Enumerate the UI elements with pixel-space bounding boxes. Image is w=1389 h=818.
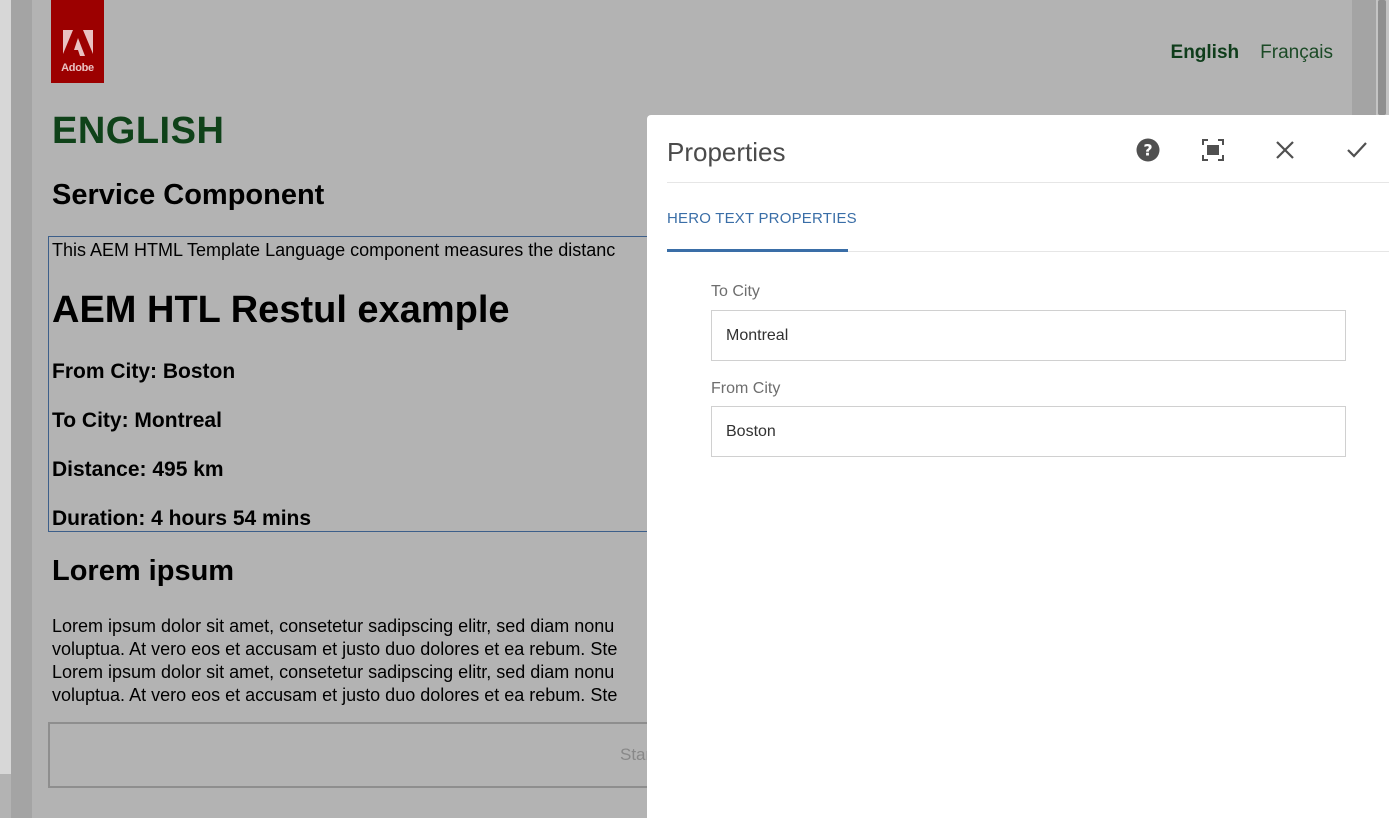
- active-tab-indicator: [667, 249, 848, 252]
- adobe-logo-icon: [62, 30, 93, 56]
- fullscreen-icon: [1202, 139, 1224, 161]
- lorem-line: Lorem ipsum dolor sit amet, consetetur s…: [52, 662, 615, 682]
- lorem-line: voluptua. At vero eos et accusam et just…: [52, 639, 618, 659]
- svg-text:?: ?: [1143, 141, 1152, 160]
- tab-hero-text-properties[interactable]: HERO TEXT PROPERTIES: [667, 210, 857, 227]
- done-button[interactable]: [1343, 136, 1371, 164]
- section-heading: Service Component: [52, 179, 325, 211]
- to-city-label: To City: [711, 283, 760, 300]
- lorem-line: voluptua. At vero eos et accusam et just…: [52, 685, 618, 705]
- scrollbar-thumb[interactable]: [1378, 0, 1386, 115]
- language-link-english[interactable]: English: [1171, 42, 1240, 64]
- distance-text: Distance: 495 km: [52, 458, 224, 481]
- editor-left-panel-edge: [0, 0, 11, 774]
- from-city-field[interactable]: [711, 406, 1346, 457]
- service-component[interactable]: This AEM HTML Template Language componen…: [48, 236, 688, 532]
- component-intro: This AEM HTML Template Language componen…: [52, 240, 616, 260]
- dialog-title: Properties: [667, 137, 786, 167]
- lorem-paragraph: Lorem ipsum dolor sit amet, consetetur s…: [52, 615, 672, 707]
- fullscreen-button[interactable]: [1199, 136, 1227, 164]
- component-heading: AEM HTL Restul example: [52, 289, 510, 331]
- from-city-label: From City: [711, 380, 781, 397]
- lorem-heading: Lorem ipsum: [52, 555, 235, 587]
- lorem-line: Lorem ipsum dolor sit amet, consetetur s…: [52, 616, 615, 636]
- close-button[interactable]: [1271, 136, 1299, 164]
- adobe-logo[interactable]: Adobe: [51, 0, 104, 83]
- dialog-header-divider: [667, 182, 1389, 183]
- help-icon: ?: [1136, 138, 1160, 162]
- properties-dialog: Properties ? HERO TEXT PROPERTIES To Cit…: [647, 115, 1389, 818]
- logo-text: Adobe: [61, 62, 94, 74]
- close-icon: [1276, 141, 1294, 159]
- editor-left-gutter: [11, 0, 32, 818]
- help-button[interactable]: ?: [1134, 136, 1162, 164]
- to-city-text: To City: Montreal: [52, 409, 222, 432]
- to-city-field[interactable]: [711, 310, 1346, 361]
- from-city-text: From City: Boston: [52, 360, 236, 383]
- language-link-french[interactable]: Français: [1260, 42, 1333, 64]
- start-button[interactable]: Star: [48, 722, 688, 788]
- checkmark-icon: [1347, 142, 1367, 158]
- page-title: ENGLISH: [52, 110, 225, 152]
- duration-text: Duration: 4 hours 54 mins: [52, 507, 312, 530]
- language-nav: English Français: [1171, 42, 1333, 64]
